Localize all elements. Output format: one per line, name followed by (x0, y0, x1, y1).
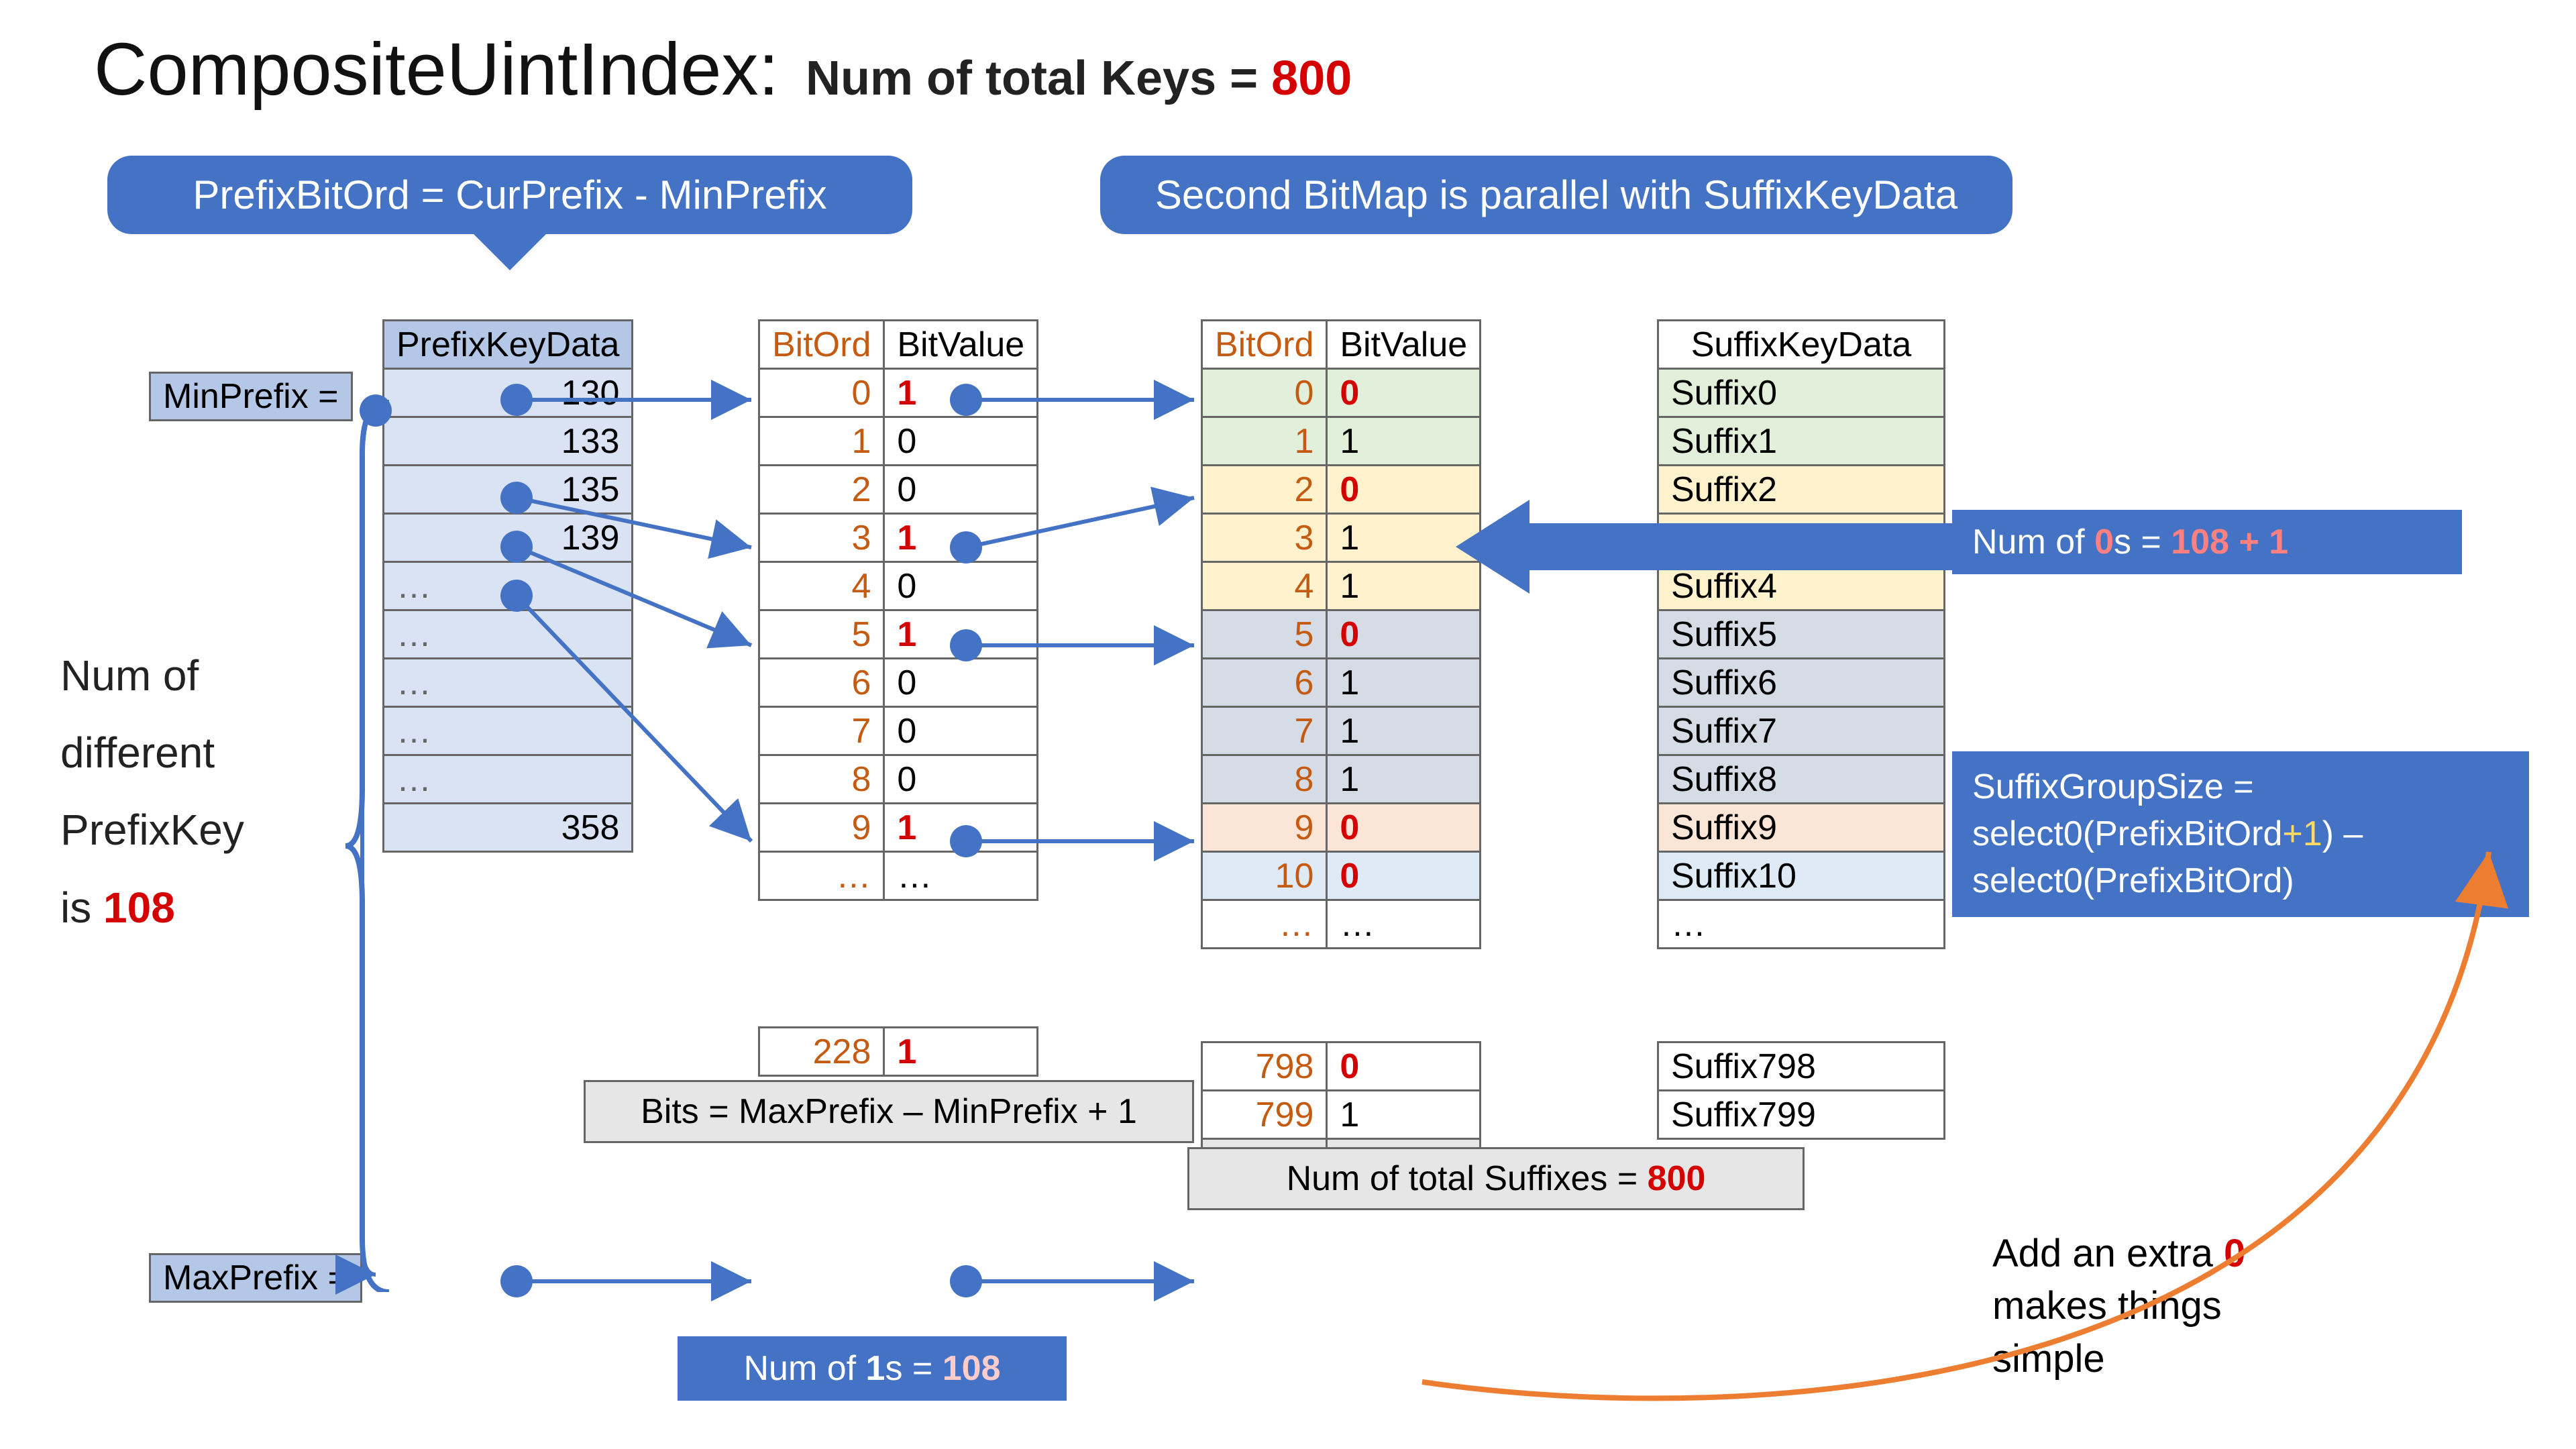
big-arrow-icon (1456, 510, 1952, 584)
bitmap2-row: 81 (1202, 755, 1481, 804)
bitmap2-row: 11 (1202, 417, 1481, 466)
brace-icon (342, 400, 396, 1292)
bitord2-header: BitOrd (1202, 321, 1327, 369)
suffix-cell: Suffix10 (1658, 852, 1945, 900)
prefix-count-text: Num of different PrefixKey is 108 (60, 637, 342, 947)
bitmap2-row: 90 (1202, 804, 1481, 852)
prefix-cell: … (384, 562, 633, 610)
suffix-key-table: SuffixKeyData Suffix0Suffix1Suffix2 Suffi… (1657, 319, 1945, 1140)
bitmap2-row: 7991 (1202, 1091, 1481, 1139)
min-prefix-label: MinPrefix = (149, 372, 353, 421)
bits-formula-box: Bits = MaxPrefix – MinPrefix + 1 (584, 1080, 1194, 1143)
bitmap1-row: 31 (759, 514, 1038, 562)
prefix-cell: … (384, 707, 633, 755)
suffix-cell: Suffix9 (1658, 804, 1945, 852)
pill-prefixbitord: PrefixBitOrd = CurPrefix - MinPrefix (107, 156, 912, 234)
suffix-cell: Suffix6 (1658, 659, 1945, 707)
suffix-count-box: Num of total Suffixes = 800 (1187, 1147, 1805, 1210)
prefix-cell: 133 (384, 417, 633, 466)
suffix-cell: Suffix7 (1658, 707, 1945, 755)
bitmap1-row: 2281 (759, 1028, 1038, 1076)
bitmap1-row: 01 (759, 369, 1038, 417)
pill-second-bitmap: Second BitMap is parallel with SuffixKey… (1100, 156, 2012, 234)
suffix-cell: Suffix8 (1658, 755, 1945, 804)
prefix-cell: 139 (384, 514, 633, 562)
suffix-cell: Suffix5 (1658, 610, 1945, 659)
num-zeros-tag: Num of 0s = 108 + 1 (1952, 510, 2462, 574)
bitmap2-row: 71 (1202, 707, 1481, 755)
bitmap1-row: 20 (759, 466, 1038, 514)
num-ones-tag: Num of 1s = 108 (678, 1336, 1067, 1401)
prefix-cell: … (384, 755, 633, 804)
main-title: CompositeUintIndex: (94, 27, 779, 112)
bitmap2-row: 00 (1202, 369, 1481, 417)
suffix-header: SuffixKeyData (1658, 321, 1945, 369)
suffix-cell: Suffix799 (1658, 1091, 1945, 1139)
suffix-group-formula: SuffixGroupSize = select0(PrefixBitOrd+1… (1952, 751, 2529, 917)
bitmap2-row: 50 (1202, 610, 1481, 659)
suffix-cell: Suffix1 (1658, 417, 1945, 466)
extra-zero-note: Add an extra 0 makes things simple (1992, 1228, 2245, 1385)
bitmap1-row: 80 (759, 755, 1038, 804)
prefix-cell: 358 (384, 804, 633, 852)
title-row: CompositeUintIndex: Num of total Keys = … (94, 27, 1352, 112)
bitmap1-row: 91 (759, 804, 1038, 852)
prefix-key-table: PrefixKeyData 130133135139……………358 (382, 319, 633, 853)
bitmap2-table: BitOrd BitValue 00112031415061718190100…… (1201, 319, 1481, 1188)
bitmap2-row: 61 (1202, 659, 1481, 707)
bitmap2-row: 31 (1202, 514, 1481, 562)
bitmap2-row: 41 (1202, 562, 1481, 610)
suffix-cell: Suffix798 (1658, 1042, 1945, 1091)
bitord-header: BitOrd (759, 321, 884, 369)
bitmap1-row: 70 (759, 707, 1038, 755)
prefix-header: PrefixKeyData (384, 321, 633, 369)
bitmap2-row: 20 (1202, 466, 1481, 514)
bitmap1-row: 60 (759, 659, 1038, 707)
bitvalue2-header: BitValue (1327, 321, 1481, 369)
bitvalue-header: BitValue (884, 321, 1038, 369)
bitmap2-row: 100 (1202, 852, 1481, 900)
bitmap2-row: 7980 (1202, 1042, 1481, 1091)
prefix-cell: 135 (384, 466, 633, 514)
bitmap2-row: …… (1202, 900, 1481, 949)
prefix-cell: … (384, 659, 633, 707)
bitmap1-row: …… (759, 852, 1038, 900)
suffix-cell: Suffix2 (1658, 466, 1945, 514)
max-prefix-label: MaxPrefix = (149, 1253, 362, 1303)
bitmap1-row: 10 (759, 417, 1038, 466)
bitmap1-row: 51 (759, 610, 1038, 659)
suffix-cell: … (1658, 900, 1945, 949)
prefix-cell: 130 (384, 369, 633, 417)
prefix-cell: … (384, 610, 633, 659)
suffix-cell: Suffix0 (1658, 369, 1945, 417)
bitmap1-row: 40 (759, 562, 1038, 610)
sub-title: Num of total Keys = 800 (806, 51, 1352, 106)
bitmap1-table: BitOrd BitValue 01102031405160708091…… 22… (758, 319, 1038, 1077)
